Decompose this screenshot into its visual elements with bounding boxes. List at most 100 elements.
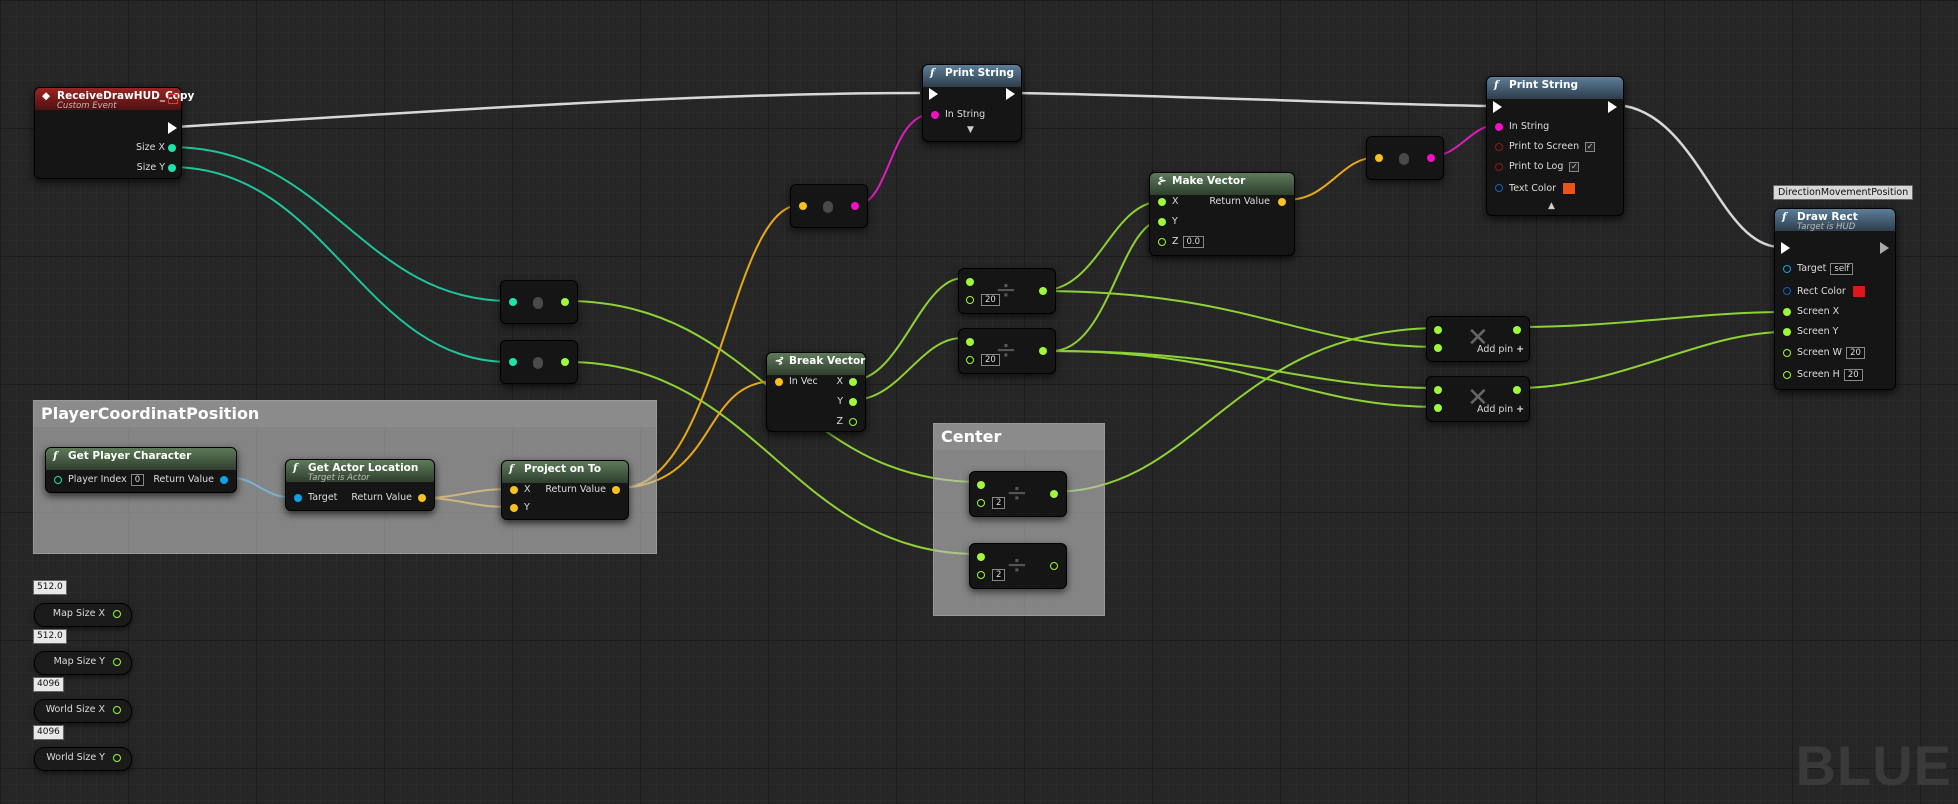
y-out-pin-dot[interactable] [849,398,857,406]
b-pin-dot[interactable] [966,356,974,364]
multiply-node-1[interactable]: ✕ Add pin + [1426,316,1530,362]
print-to-log-pin-dot[interactable] [1495,163,1503,171]
exec-in-pin[interactable] [929,88,938,100]
draw-rect-node[interactable]: f Draw Rect Target is HUD Target self Rec… [1774,208,1896,390]
int-to-float-conversion-node-1[interactable] [500,280,578,324]
result-pin-dot[interactable] [1050,490,1058,498]
output-pin-dot[interactable] [1427,154,1435,162]
z-out-pin-dot[interactable] [849,418,857,426]
screen-w-pin-dot[interactable] [1783,349,1791,357]
divide-node-1[interactable]: ÷ 20 [958,268,1056,314]
size-x-pin-dot[interactable] [168,144,176,152]
output-pin-dot[interactable] [113,610,121,618]
print-string-node-2[interactable]: f Print String In String Print to Screen… [1486,76,1624,216]
return-value-pin-dot[interactable] [612,486,620,494]
size-y-pin-dot[interactable] [168,164,176,172]
pin-screen-x[interactable]: Screen X [1797,306,1839,320]
x-pin-dot[interactable] [1158,198,1166,206]
return-value-pin-dot[interactable] [1278,198,1286,206]
pin-z-out[interactable]: Z [836,416,843,430]
a-pin-dot[interactable] [1434,326,1442,334]
a-pin-dot[interactable] [1434,386,1442,394]
divisor-field[interactable]: 20 [981,294,1000,306]
output-pin-dot[interactable] [561,298,569,306]
pin-size-x[interactable]: Size X [136,142,165,156]
player-index-field[interactable]: 0 [130,474,145,486]
pin-screen-w[interactable]: Screen W 20 [1797,347,1865,361]
receive-draw-hud-event-node[interactable]: ◆ ReceiveDrawHUD_Copy Custom Event Size … [34,87,194,179]
player-index-pin-dot[interactable] [54,476,62,484]
return-value-pin-dot[interactable] [220,476,228,484]
pin-return-value[interactable]: Return Value [351,492,412,506]
input-pin-dot[interactable] [509,298,517,306]
vector-to-string-conversion-node-2[interactable] [1366,136,1444,180]
pin-y[interactable]: Y [524,502,530,516]
z-value-field[interactable]: 0.0 [1182,236,1205,248]
target-pin-dot[interactable] [294,494,302,502]
pin-print-to-log[interactable]: Print to Log ✓ [1509,161,1580,175]
break-vector-node[interactable]: ⊰ Break Vector In Vec X Y Z [766,352,866,432]
pin-print-to-screen[interactable]: Print to Screen ✓ [1509,141,1596,155]
project-on-to-node[interactable]: f Project on To X Return Value Y [501,460,629,520]
pin-player-index[interactable]: Player Index 0 [68,474,145,488]
multiply-node-2[interactable]: ✕ Add pin + [1426,376,1530,422]
exec-in-pin[interactable] [1781,242,1790,254]
vector-to-string-conversion-node-1[interactable] [790,184,868,228]
exec-out-pin[interactable] [1880,242,1889,254]
divisor-field[interactable]: 20 [981,354,1000,366]
screen-x-pin-dot[interactable] [1783,308,1791,316]
a-pin-dot[interactable] [977,481,985,489]
divisor-field[interactable]: 2 [992,497,1006,509]
pin-x[interactable]: X [524,484,531,498]
b-pin-dot[interactable] [977,571,985,579]
in-vec-pin-dot[interactable] [775,378,783,386]
result-pin-dot[interactable] [1039,347,1047,355]
pin-y-out[interactable]: Y [837,396,843,410]
rect-color-pin-dot[interactable] [1783,287,1791,295]
pin-x-out[interactable]: X [836,376,843,390]
y-pin-dot[interactable] [1158,218,1166,226]
print-string-node-1[interactable]: f Print String In String ▼ [922,64,1022,142]
get-actor-location-node[interactable]: f Get Actor Location Target is Actor Tar… [285,459,435,511]
pin-return-value[interactable]: Return Value [153,474,214,488]
divide-node-2[interactable]: ÷ 20 [958,328,1056,374]
variable-world-size-y[interactable]: World Size Y [34,747,132,771]
add-pin-button[interactable]: Add pin + [1477,404,1524,415]
x-out-pin-dot[interactable] [849,378,857,386]
variable-map-size-x[interactable]: Map Size X [34,603,132,627]
pin-size-y[interactable]: Size Y [137,162,165,176]
pin-z[interactable]: Z 0.0 [1172,236,1205,250]
pin-y[interactable]: Y [1172,216,1178,230]
divide-node-center-1[interactable]: ÷ 2 [969,471,1067,517]
collapse-arrow-icon[interactable]: ▲ [1548,201,1555,211]
draw-rect-comment-tag[interactable]: DirectionMovementPosition [1773,185,1914,200]
pin-target[interactable]: Target self [1797,263,1854,277]
screen-y-pin-dot[interactable] [1783,328,1791,336]
target-pin-dot[interactable] [1783,265,1791,273]
output-pin-dot[interactable] [561,358,569,366]
output-pin-dot[interactable] [851,202,859,210]
text-color-swatch[interactable] [1562,182,1577,195]
b-pin-dot[interactable] [966,296,974,304]
pin-text-color[interactable]: Text Color [1509,182,1577,196]
pin-rect-color[interactable]: Rect Color [1797,285,1866,299]
pin-in-string[interactable]: In String [1509,121,1549,135]
rect-color-swatch[interactable] [1851,285,1866,298]
pin-in-string[interactable]: In String [945,109,985,123]
exec-in-pin[interactable] [1493,101,1502,113]
input-pin-dot[interactable] [1375,154,1383,162]
print-to-screen-checkbox[interactable]: ✓ [1585,141,1596,152]
b-pin-dot[interactable] [1434,344,1442,352]
exec-out-pin[interactable] [1608,101,1617,113]
screen-w-field[interactable]: 20 [1846,347,1865,359]
pin-return-value[interactable]: Return Value [1209,196,1270,210]
a-pin-dot[interactable] [966,278,974,286]
x-pin-dot[interactable] [510,486,518,494]
pin-target[interactable]: Target [308,492,337,506]
print-to-screen-pin-dot[interactable] [1495,143,1503,151]
exec-out-pin[interactable] [168,122,177,134]
result-pin-dot[interactable] [1513,326,1521,334]
variable-map-size-y[interactable]: Map Size Y [34,651,132,675]
print-to-log-checkbox[interactable]: ✓ [1569,161,1580,172]
z-pin-dot[interactable] [1158,238,1166,246]
